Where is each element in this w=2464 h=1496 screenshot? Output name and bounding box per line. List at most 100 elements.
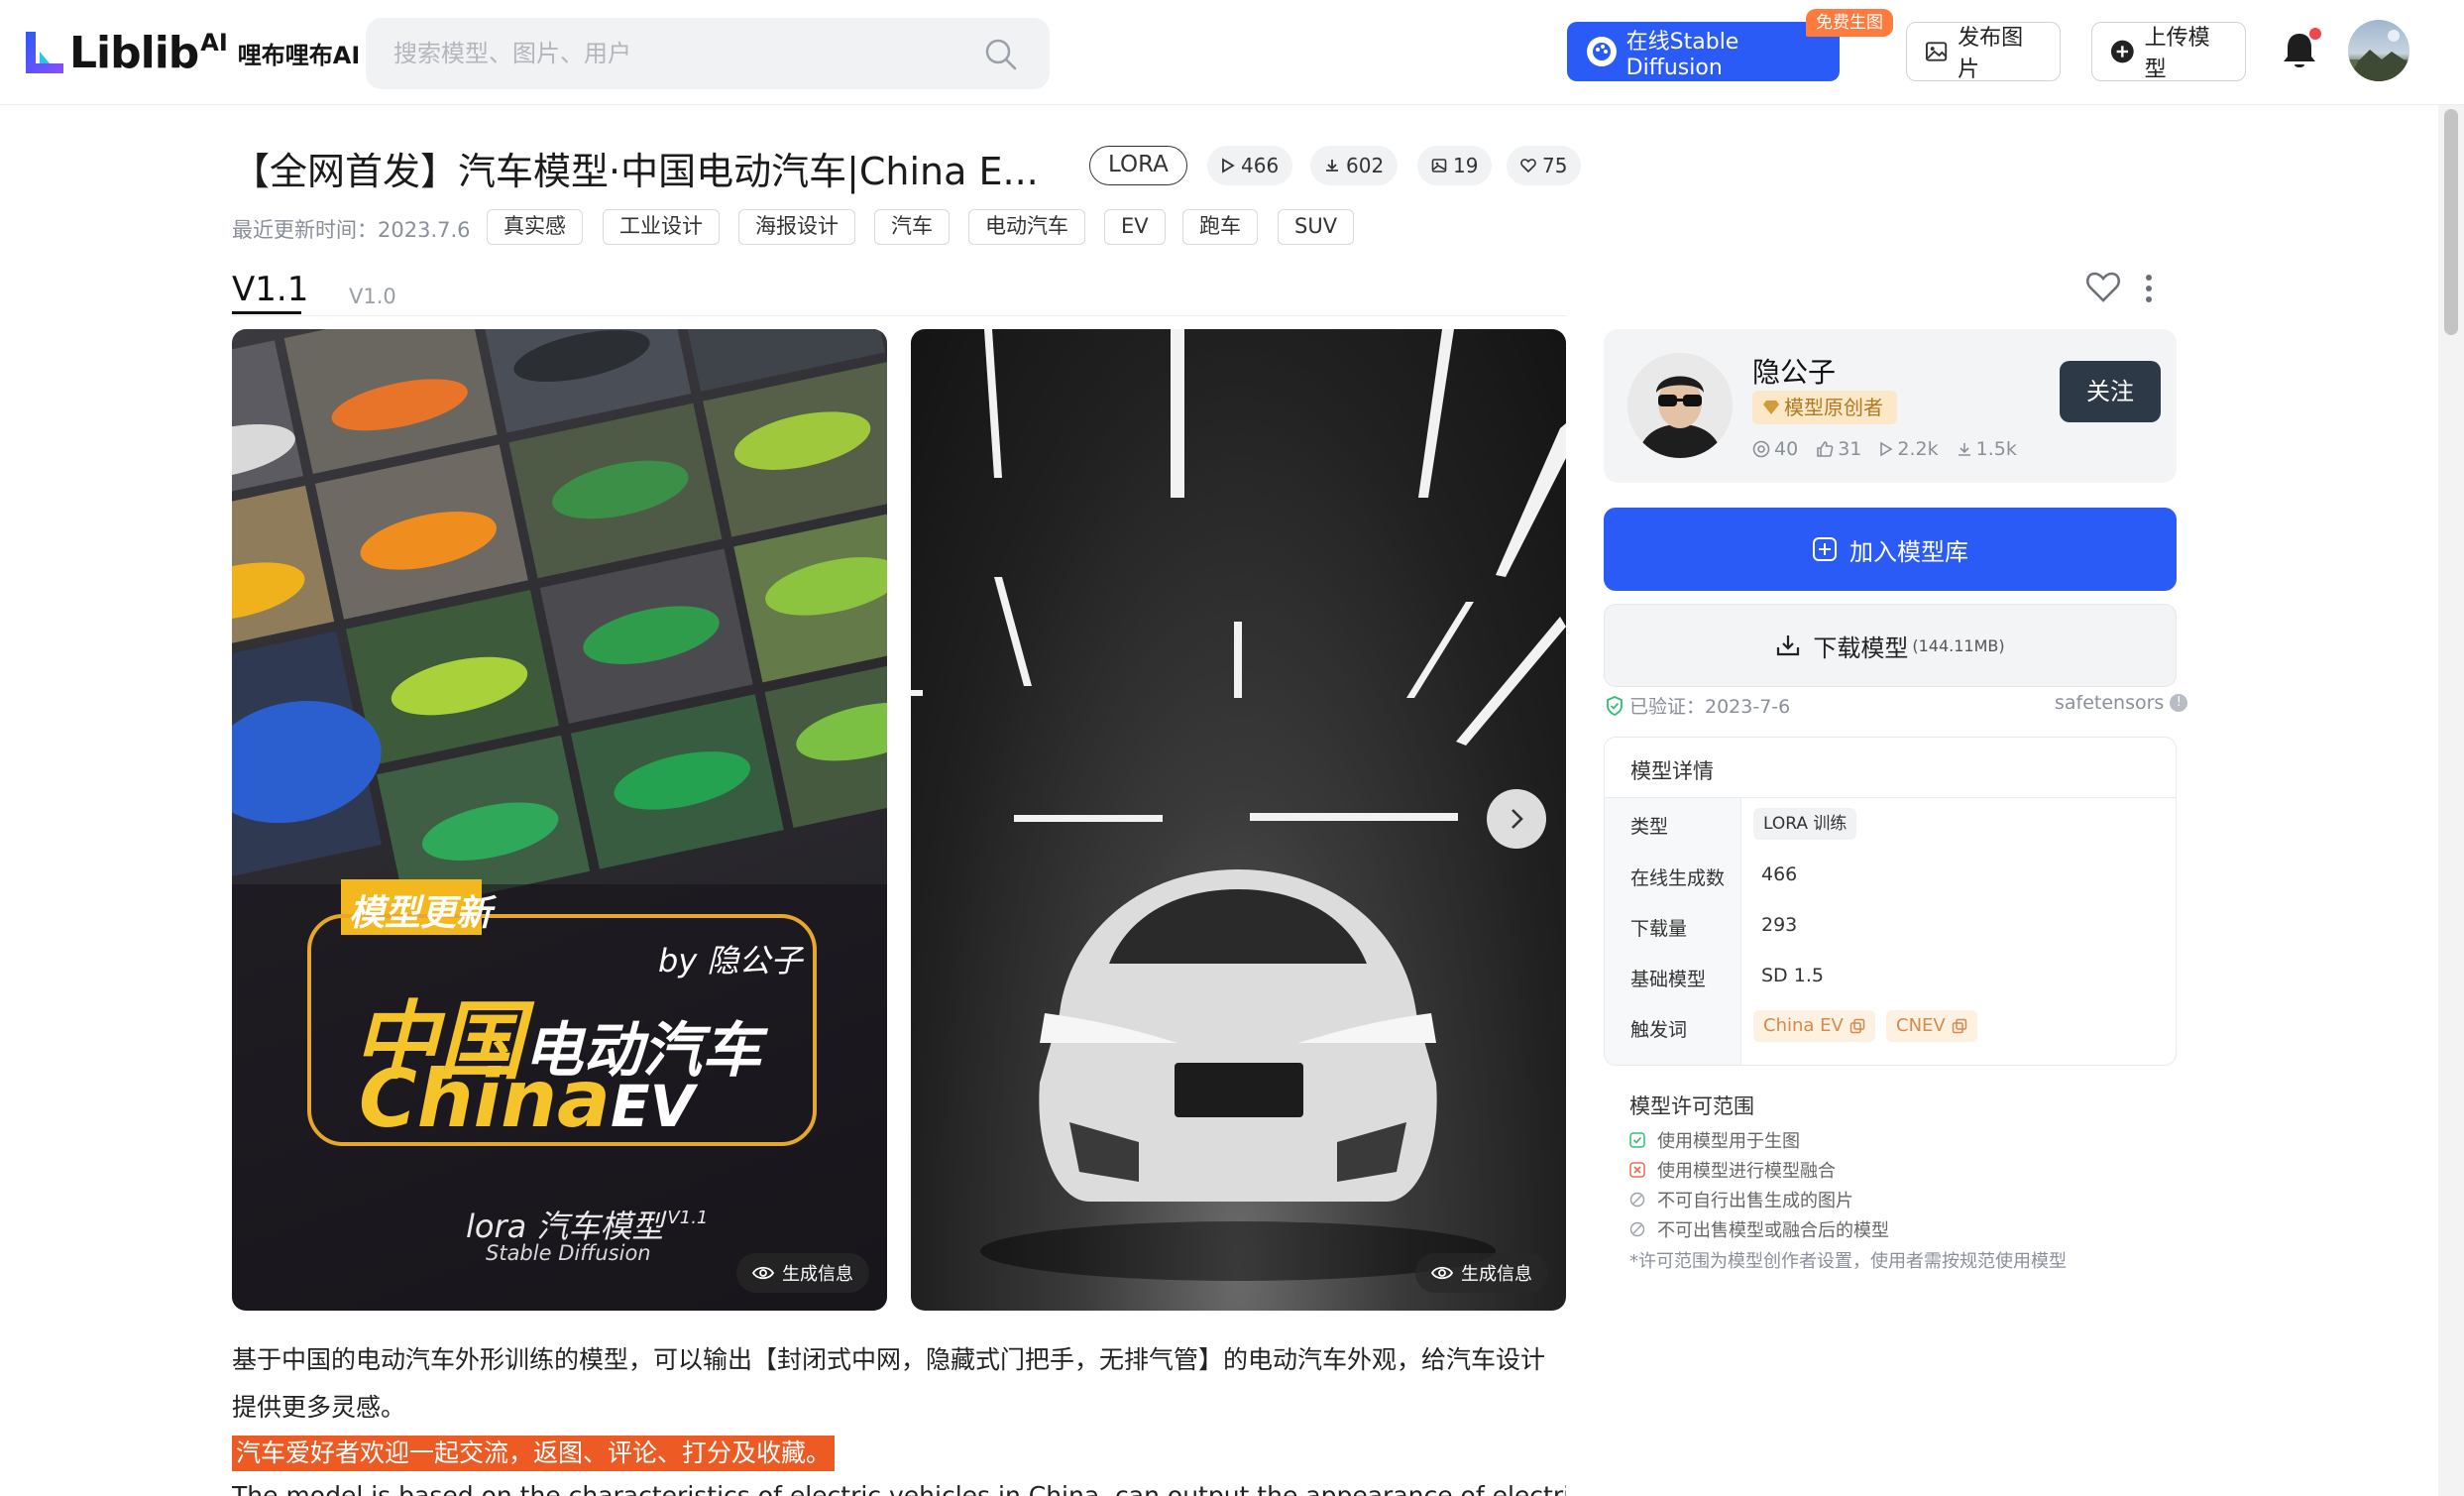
description-highlight: 汽车爱好者欢迎一起交流，返图、评论、打分及收藏。 [232, 1436, 836, 1471]
upload-model-button[interactable]: 上传模型 [2091, 22, 2246, 82]
palette-icon [1587, 37, 1617, 66]
tag-item[interactable]: SUV [1278, 209, 1355, 245]
publish-image-button[interactable]: 发布图片 [1906, 22, 2061, 82]
author-stat-models: 40 [1752, 438, 1798, 460]
stat-images-value: 19 [1453, 154, 1479, 177]
no-entry-icon [1629, 1192, 1645, 1208]
download-icon [1326, 160, 1338, 172]
download-icon [1777, 635, 1800, 656]
detail-label-trigger: 触发词 [1630, 1019, 1688, 1041]
info-icon[interactable]: ! [2170, 694, 2188, 712]
version-tab-active[interactable]: V1.1 [232, 270, 308, 309]
license-item-text: 不可出售模型或融合后的模型 [1657, 1220, 1889, 1241]
author-stat-models-value: 40 [1774, 438, 1799, 460]
add-to-library-button[interactable]: 加入模型库 [1604, 508, 2177, 591]
license-item: 不可自行出售生成的图片 [1629, 1187, 1853, 1212]
plus-circle-icon [2110, 40, 2134, 63]
detail-value-type: LORA 训练 [1753, 808, 1857, 840]
carousel-next-button[interactable] [1487, 789, 1546, 849]
original-creator-label: 模型原创者 [1784, 396, 1883, 419]
original-creator-badge: 模型原创者 [1752, 391, 1897, 424]
favorite-heart-icon[interactable] [2085, 270, 2121, 303]
stat-downloads: 602 [1310, 146, 1399, 185]
model-format: safetensors ! [2055, 692, 2188, 714]
version-tab[interactable]: V1.0 [349, 285, 396, 308]
online-sd-button[interactable]: 在线Stable Diffusion [1567, 22, 1840, 81]
download-model-button[interactable]: 下载模型 (144.11MB) [1604, 604, 2177, 687]
detail-value-runs: 466 [1761, 863, 1798, 885]
trigger-word-chip[interactable]: CNEV [1886, 1010, 1977, 1042]
poster-footer-title: lora 汽车模型 [466, 1208, 664, 1245]
check-square-icon [1629, 1132, 1645, 1148]
model-format-text: safetensors [2055, 692, 2165, 714]
author-stat-runs: 2.2k [1879, 438, 1939, 460]
generation-info-label: 生成信息 [782, 1264, 853, 1285]
cross-square-icon [1629, 1162, 1645, 1178]
author-stat-downloads: 1.5k [1957, 438, 2017, 460]
generation-info-button[interactable]: 生成信息 [736, 1253, 869, 1293]
copy-icon[interactable] [1849, 1018, 1865, 1034]
search-input[interactable] [393, 18, 968, 89]
tag-item[interactable]: 电动汽车 [968, 209, 1085, 245]
tag-item[interactable]: EV [1104, 209, 1166, 245]
model-title: 【全网首发】汽车模型·中国电动汽车|China E... [232, 150, 1039, 193]
poster-headline-ev: EV [611, 1073, 695, 1140]
tag-item[interactable]: 海报设计 [738, 209, 855, 245]
eye-icon [752, 1266, 774, 1280]
trigger-word-chip[interactable]: China EV [1753, 1010, 1875, 1042]
search-icon[interactable] [984, 38, 1018, 71]
model-details-panel: 模型详情 类型 LORA 训练 在线生成数 466 下载量 293 基础模型 S… [1604, 737, 2177, 1066]
shield-check-icon [1607, 695, 1623, 716]
stat-images: 19 [1417, 146, 1493, 185]
author-name[interactable]: 隐公子 [1752, 351, 1836, 391]
white-car-graphic [911, 329, 1566, 1281]
detail-label-base-model: 基础模型 [1630, 969, 1707, 990]
author-avatar[interactable] [1627, 353, 1733, 458]
preview-image-car[interactable]: 生成信息 [911, 329, 1566, 1311]
tag-item[interactable]: 真实感 [487, 209, 583, 245]
detail-label-runs: 在线生成数 [1630, 867, 1726, 889]
add-to-library-label: 加入模型库 [1849, 537, 1968, 566]
play-icon [1880, 441, 1893, 457]
logo-mark-icon [22, 30, 67, 75]
notification-dot [2309, 28, 2321, 40]
top-header: Liblib AI 哩布哩布AI 在线Stable Diffusion 免费生图… [0, 0, 2464, 105]
tag-item[interactable]: 跑车 [1182, 209, 1258, 245]
license-item-text: 不可自行出售生成的图片 [1657, 1191, 1853, 1211]
author-stat-downloads-value: 1.5k [1975, 438, 2017, 460]
scrollbar-thumb[interactable] [2444, 109, 2458, 335]
license-item-text: 使用模型进行模型融合 [1657, 1161, 1836, 1182]
poster-badge: 模型更新 [349, 893, 493, 934]
poster-headline-2: ChinaEV [359, 1053, 695, 1145]
detail-label-type: 类型 [1630, 816, 1669, 838]
stat-likes-value: 75 [1542, 154, 1568, 177]
model-description: 基于中国的电动汽车外形训练的模型，可以输出【封闭式中网，隐藏式门把手，无排气管】… [232, 1345, 1546, 1422]
chevron-right-icon [1512, 809, 1523, 829]
logo-text: Liblib [69, 27, 199, 78]
plus-square-icon [1813, 537, 1837, 561]
trigger-word-text: China EV [1763, 1015, 1844, 1036]
author-card: 隐公子 模型原创者 40 31 2.2k 1.5k 关注 [1604, 329, 2177, 483]
verified-status: 已验证：2023-7-6 [1606, 692, 1790, 719]
preview-image-poster[interactable]: 模型更新 by 隐公子 中国电动汽车 ChinaEV lora 汽车模型 V1.1… [232, 329, 887, 1311]
license-item-text: 使用模型用于生图 [1657, 1131, 1800, 1152]
follow-button[interactable]: 关注 [2060, 361, 2161, 422]
logo[interactable]: Liblib AI 哩布哩布AI [22, 27, 361, 78]
thumb-up-icon [1817, 441, 1834, 457]
stat-runs-value: 466 [1241, 154, 1280, 177]
logo-cn: 哩布哩布AI [237, 41, 361, 69]
tag-item[interactable]: 工业设计 [603, 209, 720, 245]
generation-info-button[interactable]: 生成信息 [1415, 1253, 1548, 1293]
tag-item[interactable]: 汽车 [874, 209, 950, 245]
detail-value-base-model: SD 1.5 [1761, 965, 1824, 986]
copy-icon[interactable] [1952, 1018, 1967, 1034]
user-avatar[interactable] [2348, 20, 2409, 81]
license-title: 模型许可范围 [1629, 1094, 1754, 1118]
car-collage-graphic [232, 329, 887, 1311]
more-vertical-icon[interactable] [2144, 274, 2154, 303]
author-stat-likes: 31 [1816, 438, 1861, 460]
eye-icon [1431, 1266, 1453, 1280]
trigger-word-text: CNEV [1896, 1015, 1946, 1036]
stat-downloads-value: 602 [1346, 154, 1385, 177]
download-icon [1958, 443, 1970, 456]
